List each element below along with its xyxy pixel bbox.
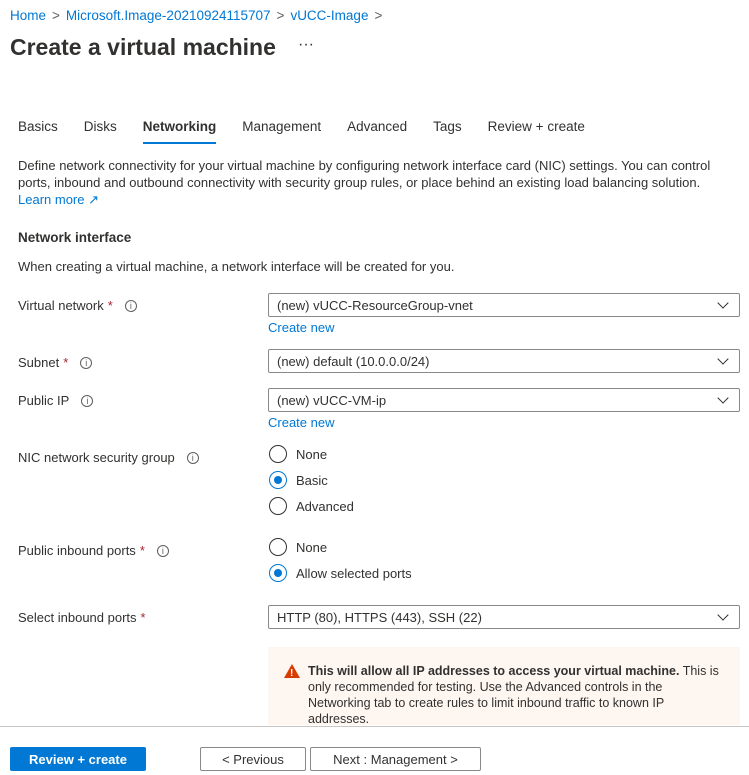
select-ports-label: Select inbound ports * bbox=[18, 610, 146, 625]
nsg-radio-basic[interactable]: Basic bbox=[269, 471, 328, 489]
info-icon[interactable]: i bbox=[80, 356, 93, 369]
public-ip-label: Public IP i bbox=[18, 393, 94, 408]
virtual-network-dropdown[interactable]: (new) vUCC-ResourceGroup-vnet bbox=[268, 293, 740, 317]
inbound-radio-none[interactable]: None bbox=[269, 538, 327, 556]
info-icon[interactable]: i bbox=[124, 299, 137, 312]
vnet-label: Virtual network * i bbox=[18, 298, 137, 313]
description-text: Define network connectivity for your vir… bbox=[18, 158, 711, 190]
section-title: Network interface bbox=[18, 230, 132, 245]
breadcrumb-image[interactable]: Microsoft.Image-20210924115707 bbox=[66, 8, 271, 23]
chevron-right-icon: > bbox=[52, 8, 60, 23]
previous-button[interactable]: < Previous bbox=[200, 747, 306, 771]
divider bbox=[0, 726, 749, 727]
tab-review-create[interactable]: Review + create bbox=[488, 119, 585, 142]
nsg-radio-advanced[interactable]: Advanced bbox=[269, 497, 354, 515]
description: Define network connectivity for your vir… bbox=[18, 157, 738, 208]
tab-disks[interactable]: Disks bbox=[84, 119, 117, 142]
breadcrumb: Home > Microsoft.Image-20210924115707 > vU… bbox=[10, 8, 382, 23]
tab-advanced[interactable]: Advanced bbox=[347, 119, 407, 142]
page-title: Create a virtual machine bbox=[10, 34, 276, 60]
vnet-create-new-link[interactable]: Create new bbox=[268, 320, 334, 335]
chevron-down-icon bbox=[717, 353, 729, 365]
warning-title: This will allow all IP addresses to acce… bbox=[308, 664, 680, 678]
external-link-icon: ↗ bbox=[88, 192, 100, 207]
tab-bar: Basics Disks Networking Management Advan… bbox=[18, 119, 585, 144]
info-icon[interactable]: i bbox=[156, 544, 169, 557]
section-subtitle: When creating a virtual machine, a netwo… bbox=[18, 259, 455, 274]
nsg-radio-none[interactable]: None bbox=[269, 445, 327, 463]
warning-banner: This will allow all IP addresses to acce… bbox=[268, 647, 740, 726]
chevron-down-icon bbox=[717, 392, 729, 404]
public-ip-create-new-link[interactable]: Create new bbox=[268, 415, 334, 430]
review-create-button[interactable]: Review + create bbox=[10, 747, 146, 771]
subnet-label: Subnet * i bbox=[18, 355, 93, 370]
learn-more-link[interactable]: Learn more ↗ bbox=[18, 192, 99, 207]
tab-basics[interactable]: Basics bbox=[18, 119, 58, 142]
chevron-right-icon: > bbox=[276, 8, 285, 23]
more-icon[interactable]: ··· bbox=[298, 36, 314, 54]
tab-networking[interactable]: Networking bbox=[142, 119, 216, 144]
breadcrumb-vucc[interactable]: vUCC-Image bbox=[290, 8, 368, 23]
inbound-ports-label: Public inbound ports * i bbox=[18, 543, 169, 558]
tab-tags[interactable]: Tags bbox=[433, 119, 462, 142]
select-ports-dropdown[interactable]: HTTP (80), HTTPS (443), SSH (22) bbox=[268, 605, 740, 629]
nsg-label: NIC network security group i bbox=[18, 450, 199, 465]
warning-icon bbox=[284, 664, 300, 682]
info-icon[interactable]: i bbox=[81, 394, 94, 407]
chevron-down-icon bbox=[717, 297, 729, 309]
chevron-right-icon: > bbox=[374, 8, 383, 23]
subnet-dropdown[interactable]: (new) default (10.0.0.0/24) bbox=[268, 349, 740, 373]
breadcrumb-home[interactable]: Home bbox=[10, 8, 46, 23]
tab-management[interactable]: Management bbox=[242, 119, 321, 142]
next-button[interactable]: Next : Management > bbox=[310, 747, 481, 771]
public-ip-dropdown[interactable]: (new) vUCC-VM-ip bbox=[268, 388, 740, 412]
inbound-radio-allow[interactable]: Allow selected ports bbox=[269, 564, 412, 582]
chevron-down-icon bbox=[717, 609, 729, 621]
info-icon[interactable]: i bbox=[186, 451, 199, 464]
